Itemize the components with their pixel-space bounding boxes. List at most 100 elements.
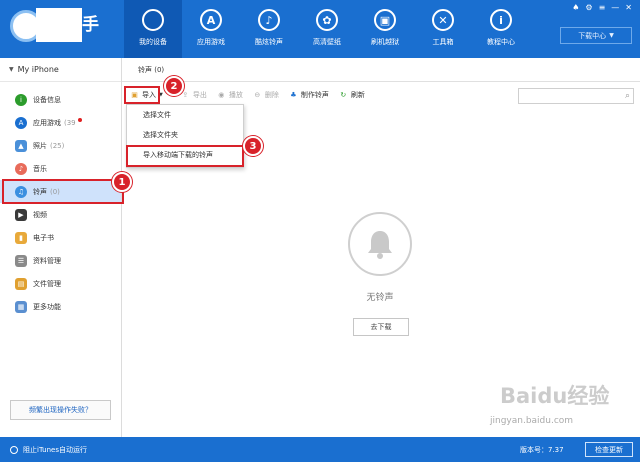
callout-box-import-mobile xyxy=(126,145,244,167)
music-icon: ♪ xyxy=(15,162,27,175)
top-bar: 手 我的设备 A 应用游戏 ♪ 酷炫铃声 ✿ 高清壁纸 ▣ 刷机越狱 ✕ 工具箱… xyxy=(0,0,640,58)
video-icon: ▶ xyxy=(15,208,27,221)
nav-wallpapers[interactable]: ✿ 高清壁纸 xyxy=(298,0,356,58)
bell-icon: ♪ xyxy=(258,9,280,31)
menu-icon[interactable]: ≡ xyxy=(599,3,606,12)
sidebar-item-label: 音乐 xyxy=(33,164,47,173)
sidebar-item-videos[interactable]: ▶ 视频 xyxy=(0,203,121,226)
info-icon: i xyxy=(490,9,512,31)
sidebar-item-label: 视频 xyxy=(33,210,47,219)
radio-icon xyxy=(10,446,18,454)
nav-label: 高清壁纸 xyxy=(313,38,341,46)
sidebar-item-label: 资料管理 xyxy=(33,256,61,265)
close-icon[interactable]: ✕ xyxy=(625,3,632,12)
make-ringtone-button[interactable]: ♣ 制作铃声 xyxy=(289,90,329,100)
sidebar-item-device-info[interactable]: i 设备信息 xyxy=(0,88,121,111)
callout-badge-1: 1 xyxy=(112,172,132,192)
window-controls: ♠ ⚙ ≡ — ✕ xyxy=(572,3,632,12)
appstore-icon: A xyxy=(200,9,222,31)
sidebar-item-count: (25) xyxy=(50,141,65,150)
sidebar-item-apps[interactable]: A 应用游戏 (39 xyxy=(0,111,121,134)
refresh-icon: ↻ xyxy=(340,91,347,99)
sidebar-item-label: 电子书 xyxy=(33,233,54,242)
export-label: 导出 xyxy=(192,91,207,99)
nav-label: 刷机越狱 xyxy=(371,38,399,46)
sidebar-item-count: (39 xyxy=(64,118,76,127)
callout-box-import xyxy=(124,86,160,104)
delete-label: 删除 xyxy=(264,91,279,99)
nav-label: 我的设备 xyxy=(139,38,167,46)
nav-jailbreak[interactable]: ▣ 刷机越狱 xyxy=(356,0,414,58)
sidebar-item-photos[interactable]: ▲ 照片 (25) xyxy=(0,134,121,157)
make-ringtone-label: 制作铃声 xyxy=(300,91,329,99)
sidebar-item-ebooks[interactable]: ▮ 电子书 xyxy=(0,226,121,249)
refresh-button[interactable]: ↻ 刷新 xyxy=(339,90,365,100)
nav-apps[interactable]: A 应用游戏 xyxy=(182,0,240,58)
apple-icon xyxy=(142,9,164,31)
chevron-down-icon: ▼ xyxy=(609,32,614,39)
callout-box-ringtones xyxy=(2,179,124,204)
callout-badge-3: 3 xyxy=(243,136,263,156)
make-ringtone-icon: ♣ xyxy=(290,91,297,99)
search-input[interactable]: ⌕ xyxy=(518,88,634,104)
info-icon: i xyxy=(15,93,27,106)
help-link[interactable]: 频繁出现操作失败？ xyxy=(10,400,111,420)
notification-dot xyxy=(77,117,82,122)
download-center-button[interactable]: 下载中心 ▼ xyxy=(560,27,632,44)
goto-download-button[interactable]: 去下载 xyxy=(353,318,409,336)
search-icon: ⌕ xyxy=(624,91,630,101)
delete-button[interactable]: ⊖ 删除 xyxy=(253,90,279,100)
sidebar-item-more[interactable]: ▦ 更多功能 xyxy=(0,295,121,318)
device-name: My iPhone xyxy=(17,65,59,74)
box-icon: ▣ xyxy=(374,9,396,31)
skin-icon[interactable]: ♠ xyxy=(572,3,579,12)
play-button[interactable]: ◉ 播放 xyxy=(217,90,243,100)
nav-label: 工具箱 xyxy=(432,38,454,46)
app-logo-text: 手 xyxy=(82,15,99,35)
main-nav: 我的设备 A 应用游戏 ♪ 酷炫铃声 ✿ 高清壁纸 ▣ 刷机越狱 ✕ 工具箱 i… xyxy=(124,0,530,58)
check-update-button[interactable]: 检查更新 xyxy=(585,442,633,457)
appstore-icon: A xyxy=(15,116,27,129)
delete-icon: ⊖ xyxy=(254,91,261,99)
watermark-url: jingyan.baidu.com xyxy=(490,416,574,426)
export-icon: ⇪ xyxy=(182,91,189,99)
sidebar-item-label: 应用游戏 xyxy=(33,118,61,127)
nav-label: 酷炫铃声 xyxy=(255,38,283,46)
minimize-icon[interactable]: — xyxy=(611,3,619,12)
menu-item-select-file[interactable]: 选择文件 xyxy=(127,105,243,125)
settings-icon[interactable]: ⚙ xyxy=(585,3,592,12)
menu-item-select-folder[interactable]: 选择文件夹 xyxy=(127,125,243,145)
sidebar-item-label: 更多功能 xyxy=(33,302,61,311)
folder-icon: ▤ xyxy=(15,277,27,290)
nav-label: 应用游戏 xyxy=(197,38,225,46)
tab-ringtones[interactable]: 铃声 (0) xyxy=(122,58,640,82)
refresh-label: 刷新 xyxy=(350,91,365,99)
sidebar-item-data-manager[interactable]: ☰ 资料管理 xyxy=(0,249,121,272)
empty-bell-icon xyxy=(348,212,412,276)
nav-tutorials[interactable]: i 教程中心 xyxy=(472,0,530,58)
nav-toolbox[interactable]: ✕ 工具箱 xyxy=(414,0,472,58)
flower-icon: ✿ xyxy=(316,9,338,31)
download-center-label: 下载中心 xyxy=(578,31,607,40)
sidebar-item-label: 照片 xyxy=(33,141,47,150)
block-itunes-label: 阻止iTunes自动运行 xyxy=(23,446,87,454)
nav-ringtones[interactable]: ♪ 酷炫铃声 xyxy=(240,0,298,58)
block-itunes-toggle[interactable]: 阻止iTunes自动运行 xyxy=(10,445,87,455)
logo-redaction xyxy=(36,8,82,42)
version-text: 版本号：7.37 xyxy=(520,446,564,454)
sidebar-item-label: 文件管理 xyxy=(33,279,61,288)
contacts-icon: ☰ xyxy=(15,254,27,267)
sidebar-item-label: 设备信息 xyxy=(33,95,61,104)
empty-state-text: 无铃声 xyxy=(366,293,394,303)
caret-down-icon: ▼ xyxy=(9,66,14,73)
device-selector[interactable]: ▼ My iPhone xyxy=(0,58,121,82)
play-label: 播放 xyxy=(228,91,243,99)
baidu-watermark: Baidu经验 xyxy=(500,384,610,408)
sidebar-item-file-manager[interactable]: ▤ 文件管理 xyxy=(0,272,121,295)
callout-badge-2: 2 xyxy=(164,76,184,96)
export-button[interactable]: ⇪ 导出 xyxy=(181,90,207,100)
photo-icon: ▲ xyxy=(15,139,27,152)
status-bar: 阻止iTunes自动运行 版本号：7.37 检查更新 xyxy=(0,437,640,462)
nav-my-device[interactable]: 我的设备 xyxy=(124,0,182,58)
sidebar-item-music[interactable]: ♪ 音乐 xyxy=(0,157,121,180)
